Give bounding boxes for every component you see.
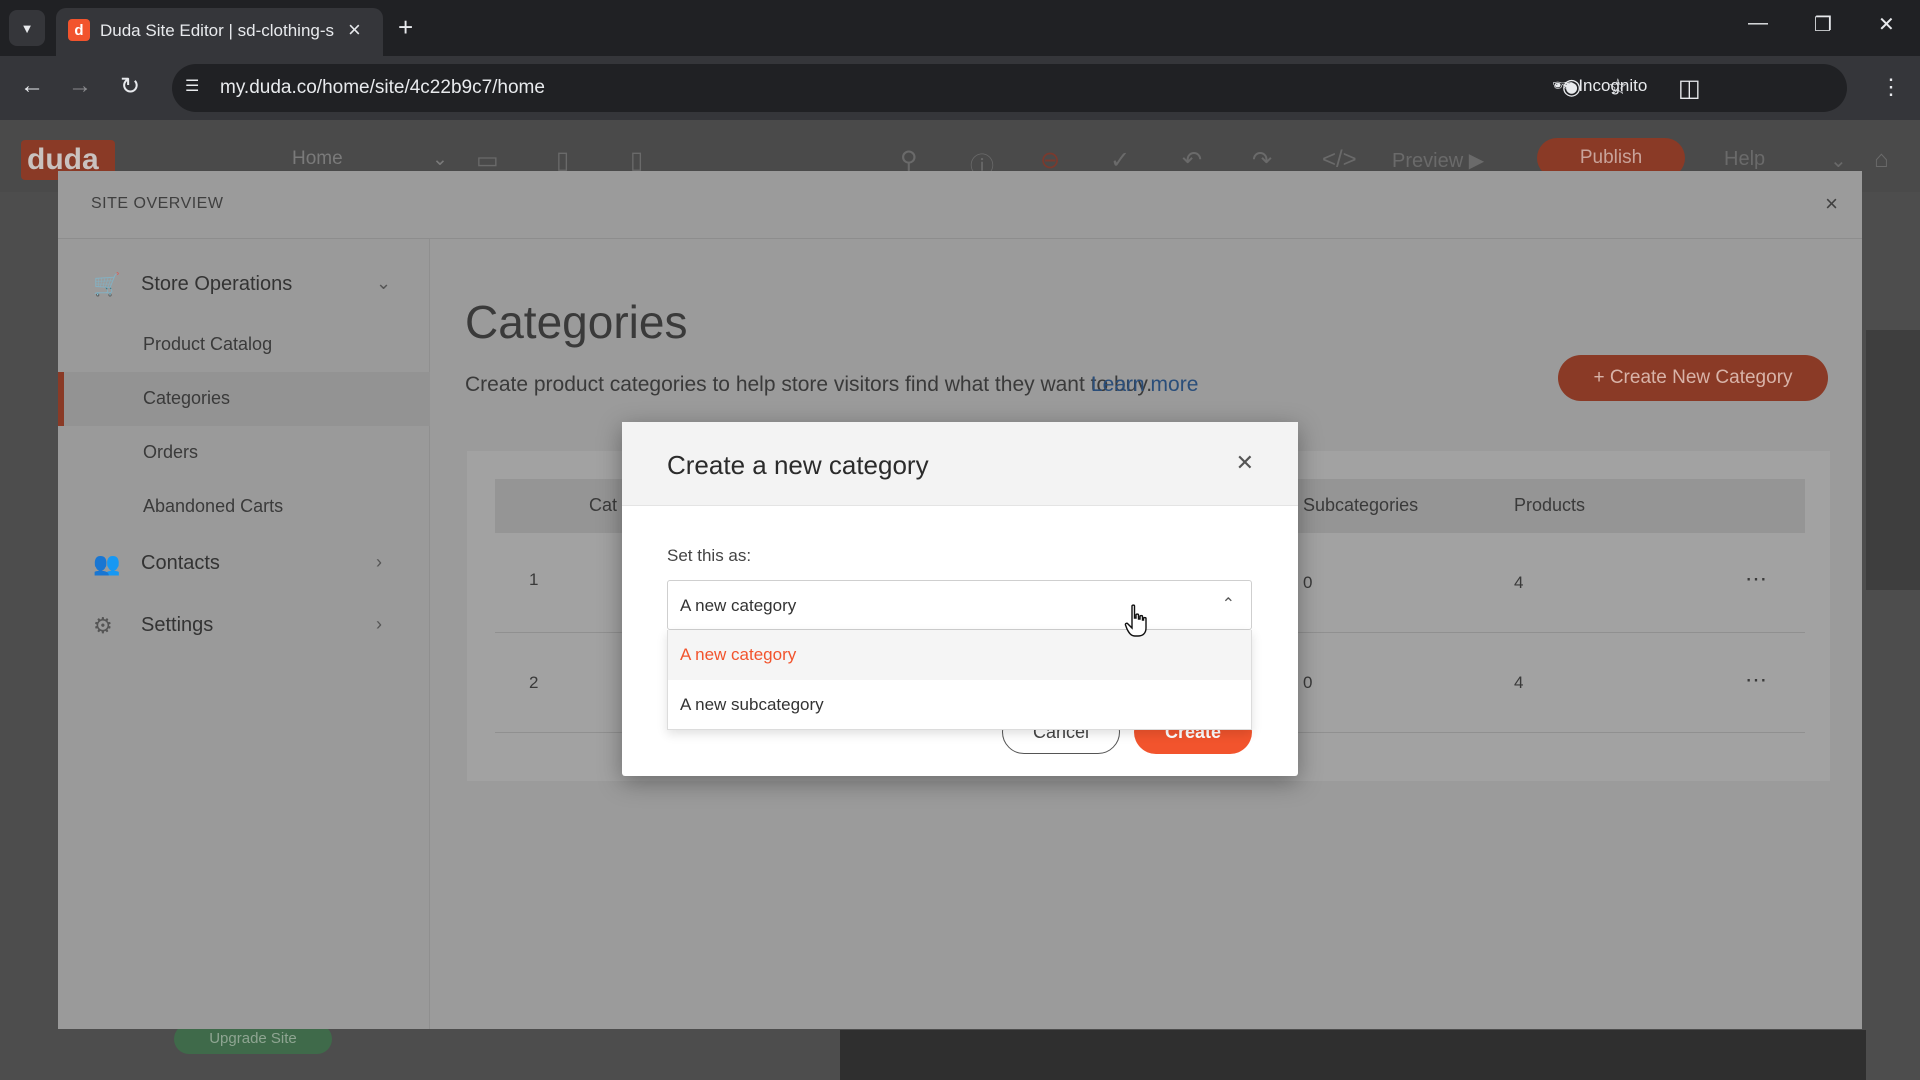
editor-preview-strip — [840, 1030, 1866, 1080]
reload-icon[interactable]: ↻ — [120, 72, 140, 101]
tab-close-icon[interactable]: × — [348, 17, 361, 43]
modal-title: Create a new category — [667, 450, 929, 480]
create-category-modal: Create a new category ✕ Set this as: A n… — [622, 422, 1298, 776]
preview-button[interactable]: Preview ▶ — [1392, 148, 1484, 173]
option-new-subcategory[interactable]: A new subcategory — [668, 680, 1251, 730]
new-tab-icon[interactable]: + — [398, 12, 413, 43]
hand-cursor-icon — [1124, 604, 1147, 637]
option-label: A new subcategory — [680, 695, 824, 714]
minimize-icon[interactable]: — — [1748, 12, 1768, 35]
site-info-icon[interactable]: ☰ — [185, 76, 209, 100]
page-title: Categories — [465, 296, 688, 348]
more-options-icon[interactable]: ⋯ — [1745, 566, 1767, 592]
sidebar-item-label: Orders — [143, 442, 199, 462]
window-close-icon[interactable]: ✕ — [1878, 12, 1895, 37]
column-header-products: Products — [1514, 495, 1586, 515]
restore-icon[interactable]: ❐ — [1814, 12, 1832, 37]
category-type-dropdown: A new category A new subcategory — [667, 630, 1252, 730]
gear-icon: ⚙ — [93, 613, 113, 638]
chevron-right-icon: › — [376, 552, 382, 572]
chevron-right-icon: › — [376, 614, 382, 634]
sidebar-item-label: Categories — [143, 388, 231, 408]
overview-title: SITE OVERVIEW — [91, 195, 224, 212]
chevron-up-icon: ⌃ — [1221, 596, 1235, 613]
row-subcategories: 0 — [1303, 573, 1313, 592]
sidebar-item-label: Product Catalog — [143, 334, 273, 354]
page-selector-label: Home — [292, 148, 343, 169]
sidebar-item-categories[interactable]: Categories — [58, 372, 430, 426]
category-type-select[interactable]: A new category ⌃ — [667, 580, 1252, 630]
help-label: Help — [1724, 148, 1766, 170]
incognito-label: Incognito — [1578, 76, 1648, 95]
page-selector[interactable]: Home ⌄ — [292, 148, 448, 170]
sidebar-section-label: Settings — [141, 614, 214, 636]
browser-tab-strip: ▼ d Duda Site Editor | sd-clothing-s × +… — [0, 0, 1920, 56]
incognito-indicator[interactable]: 🕶 Incognito — [1552, 76, 1662, 100]
create-new-category-button[interactable]: + Create New Category — [1558, 355, 1828, 401]
close-icon[interactable]: ✕ — [1236, 450, 1254, 476]
contacts-icon: 👥 — [93, 551, 121, 576]
cart-icon: 🛒 — [93, 272, 121, 297]
chevron-down-icon: ⌄ — [1830, 150, 1847, 172]
sidebar-section-label: Store Operations — [141, 273, 293, 295]
overview-sidebar: 🛒 Store Operations ⌄ Product Catalog Cat… — [58, 239, 430, 1029]
option-label: A new category — [680, 645, 797, 664]
row-index: 1 — [529, 570, 539, 589]
help-menu[interactable]: Help ⌄ — [1724, 148, 1847, 172]
more-options-icon[interactable]: ⋯ — [1745, 667, 1767, 693]
duda-favicon-icon: d — [68, 19, 90, 41]
tab-search-button[interactable]: ▼ — [9, 10, 45, 46]
row-products: 4 — [1514, 673, 1524, 692]
code-icon[interactable]: </> — [1322, 146, 1357, 174]
overview-header: SITE OVERVIEW × — [58, 171, 1862, 239]
sidebar-item-product-catalog[interactable]: Product Catalog — [58, 318, 430, 372]
sidebar-item-orders[interactable]: Orders — [58, 426, 430, 480]
back-icon[interactable]: ← — [20, 72, 44, 100]
forward-icon[interactable]: → — [68, 72, 92, 100]
close-icon[interactable]: × — [1825, 191, 1838, 217]
editor-right-rail — [1866, 330, 1920, 590]
sidebar-section-store-operations[interactable]: 🛒 Store Operations ⌄ — [58, 264, 430, 304]
sidebar-section-settings[interactable]: ⚙ Settings › — [58, 605, 430, 645]
page-description: Create product categories to help store … — [465, 373, 1153, 396]
column-header-subcategories: Subcategories — [1303, 495, 1419, 515]
tab-title: Duda Site Editor | sd-clothing-s — [100, 21, 335, 40]
option-new-category[interactable]: A new category — [668, 630, 1251, 680]
row-products: 4 — [1514, 573, 1524, 592]
browser-tab[interactable]: d Duda Site Editor | sd-clothing-s × — [56, 8, 383, 56]
sidebar-section-label: Contacts — [141, 552, 220, 574]
browser-menu-icon[interactable]: ⋮ — [1880, 74, 1902, 100]
incognito-icon: 🕶 — [1552, 76, 1574, 95]
set-as-label: Set this as: — [667, 546, 752, 565]
side-panel-icon[interactable]: ◫ — [1678, 74, 1701, 103]
row-subcategories: 0 — [1303, 673, 1313, 692]
home-icon[interactable]: ⌂ — [1874, 146, 1889, 174]
row-index: 2 — [529, 673, 539, 692]
modal-header: Create a new category ✕ — [622, 422, 1298, 506]
learn-more-link[interactable]: Learn more — [1091, 373, 1198, 397]
chevron-down-icon: ⌄ — [432, 149, 448, 170]
sidebar-item-label: Abandoned Carts — [143, 496, 284, 516]
column-header-category: Cat — [589, 495, 618, 515]
play-icon: ▶ — [1468, 150, 1485, 172]
sidebar-item-abandoned-carts[interactable]: Abandoned Carts — [58, 480, 430, 534]
chevron-down-icon: ⌄ — [376, 273, 392, 293]
preview-label: Preview — [1392, 150, 1464, 172]
select-value: A new category — [680, 596, 797, 615]
sidebar-section-contacts[interactable]: 👥 Contacts › — [58, 543, 430, 583]
url-text[interactable]: my.duda.co/home/site/4c22b9c7/home — [220, 77, 545, 99]
